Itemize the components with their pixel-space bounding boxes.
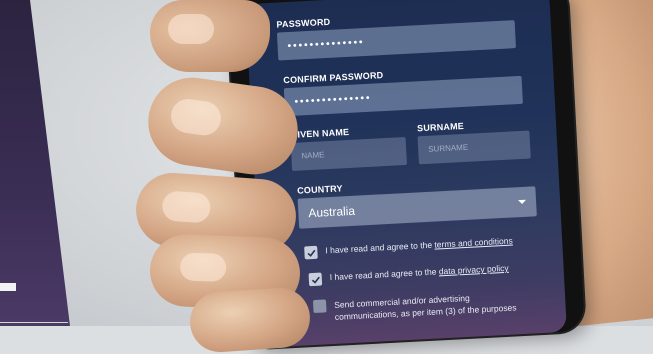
checkmark-icon (311, 276, 320, 284)
surname-field[interactable]: SURNAME (417, 130, 531, 165)
given-name-field[interactable]: NAME (290, 136, 407, 171)
fingernail (161, 190, 212, 224)
thumbnail (168, 14, 214, 44)
password-label: PASSWORD (276, 16, 331, 30)
confirm-password-value: •••••••••••••• (294, 92, 372, 108)
given-name-placeholder: NAME (301, 150, 325, 161)
marketing-checkbox-row[interactable]: Send commercial and/or advertising commu… (312, 288, 535, 324)
chevron-down-icon (517, 199, 527, 205)
privacy-text: I have read and agree to the data privac… (330, 263, 509, 282)
privacy-checkbox-row[interactable]: I have read and agree to the data privac… (308, 263, 509, 287)
surname-label: SURNAME (416, 120, 465, 134)
terms-text: I have read and agree to the terms and c… (325, 236, 513, 256)
country-value: Australia (308, 203, 356, 221)
privacy-link[interactable]: data privacy policy (439, 263, 509, 277)
divider-line (0, 322, 68, 323)
password-value: •••••••••••••• (287, 37, 365, 53)
fingernail (168, 96, 224, 138)
marketing-text: Send commercial and/or advertising commu… (333, 292, 517, 322)
given-name-label: GIVEN NAME (290, 126, 350, 141)
surname-placeholder: SURNAME (427, 142, 469, 154)
terms-prefix: I have read and agree to the (325, 239, 435, 256)
country-label: COUNTRY (296, 183, 343, 196)
privacy-prefix: I have read and agree to the (329, 266, 440, 283)
privacy-checkbox[interactable] (308, 272, 323, 287)
terms-checkbox-row[interactable]: I have read and agree to the terms and c… (304, 236, 513, 260)
fingernail (179, 252, 227, 283)
marketing-checkbox[interactable] (312, 299, 327, 314)
brand-mark (0, 283, 16, 291)
little-finger (188, 285, 312, 354)
terms-link[interactable]: terms and conditions (434, 236, 513, 250)
checkmark-icon (306, 249, 315, 257)
terms-checkbox[interactable] (304, 245, 318, 260)
hand-thumb (150, 0, 270, 72)
